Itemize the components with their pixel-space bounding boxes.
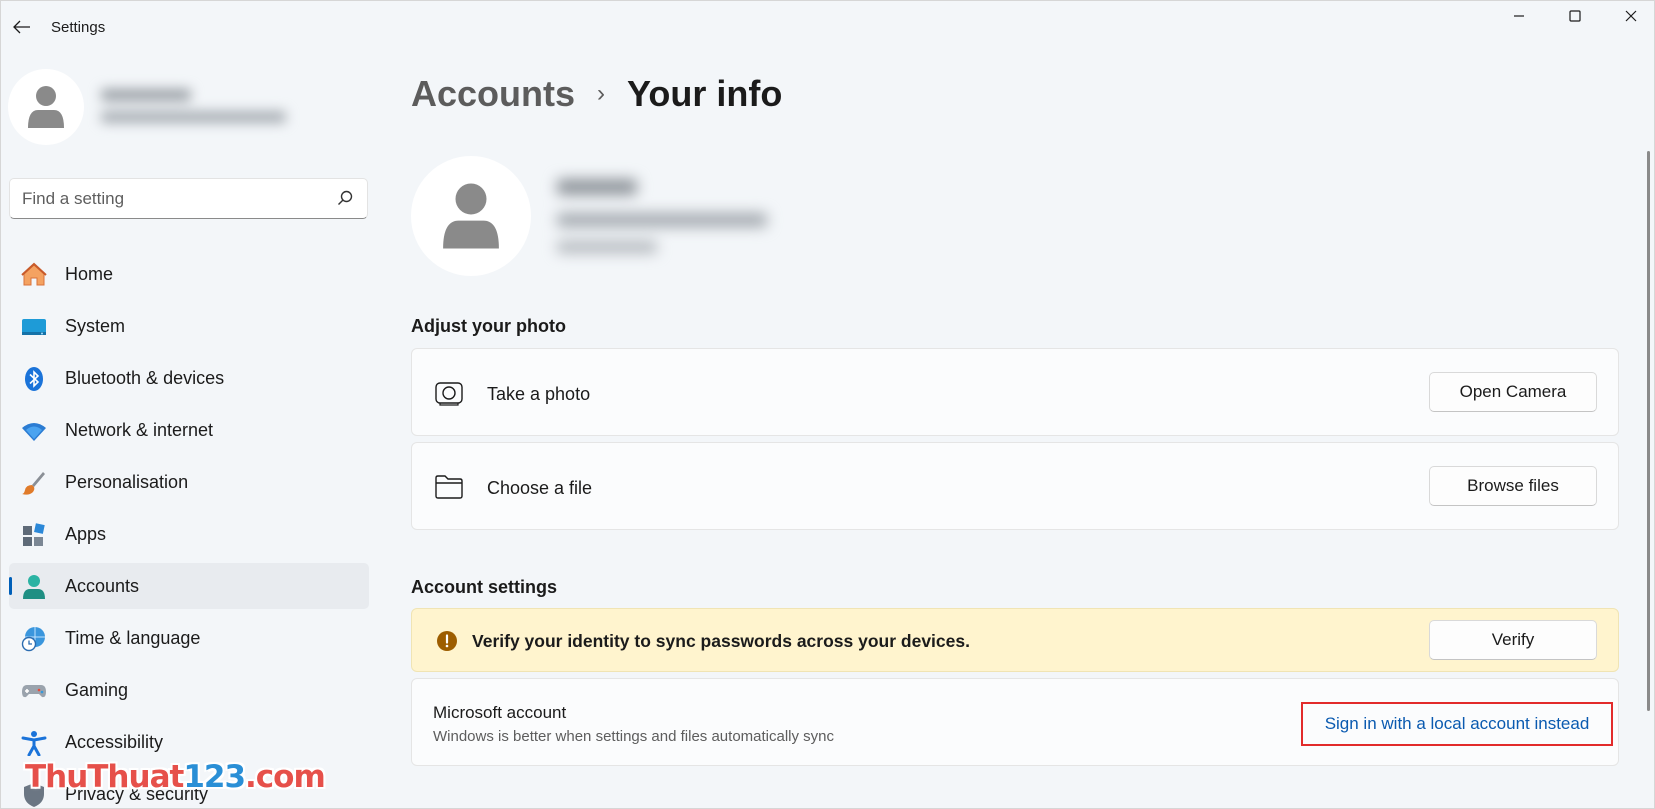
watermark-part1: ThuThuat	[25, 759, 184, 795]
microsoft-account-title: Microsoft account	[433, 703, 567, 722]
warning-icon	[432, 626, 462, 656]
back-arrow-icon	[13, 20, 30, 34]
section-title-account-settings: Account settings	[411, 577, 558, 597]
maximize-button[interactable]	[1547, 1, 1603, 31]
sidebar-item-label: Accounts	[65, 575, 140, 596]
sidebar-item-network[interactable]: Network & internet	[9, 407, 369, 453]
sidebar-item-label: Network & internet	[65, 419, 214, 440]
maximize-icon	[1569, 10, 1581, 22]
search-input[interactable]	[22, 179, 322, 218]
brush-icon	[21, 470, 47, 496]
gamepad-icon	[21, 678, 47, 704]
breadcrumb: Accounts › Your info	[411, 71, 782, 117]
choose-file-card: Choose a file Browse files	[411, 442, 1619, 530]
sidebar-item-personalisation[interactable]: Personalisation	[9, 459, 369, 505]
account-info-blurred	[541, 171, 781, 271]
sidebar-item-time-language[interactable]: Time & language	[9, 615, 369, 661]
accessibility-icon	[21, 730, 47, 756]
home-icon	[21, 262, 47, 288]
browse-files-button[interactable]: Browse files	[1429, 466, 1597, 506]
app-title: Settings	[51, 19, 106, 36]
bluetooth-icon	[21, 366, 47, 392]
watermark: ThuThuat123.com	[25, 759, 326, 795]
sidebar-item-bluetooth[interactable]: Bluetooth & devices	[9, 355, 369, 401]
watermark-part2: 123	[183, 759, 246, 795]
user-avatar-icon	[443, 183, 499, 249]
sidebar-item-label: Time & language	[65, 627, 201, 648]
search-box[interactable]	[9, 178, 368, 219]
sidebar-item-label: Accessibility	[65, 731, 164, 752]
take-photo-card: Take a photo Open Camera	[411, 348, 1619, 436]
sidebar-item-home[interactable]: Home	[9, 251, 369, 297]
close-button[interactable]	[1603, 1, 1655, 31]
section-title-photo: Adjust your photo	[411, 316, 566, 336]
system-icon	[21, 314, 47, 340]
sidebar-item-gaming[interactable]: Gaming	[9, 667, 369, 713]
sidebar-item-system[interactable]: System	[9, 303, 369, 349]
globe-clock-icon	[21, 626, 47, 652]
sidebar-item-label: System	[65, 315, 126, 336]
accounts-icon	[21, 574, 47, 600]
sidebar-item-label: Gaming	[65, 679, 129, 700]
close-icon	[1625, 10, 1637, 22]
settings-window: Settings Home	[0, 0, 1655, 809]
wifi-icon	[21, 418, 47, 444]
profile-avatar[interactable]	[8, 69, 84, 145]
page-title: Your info	[627, 73, 783, 114]
sidebar-item-accounts[interactable]: Accounts	[9, 563, 369, 609]
search-icon[interactable]	[337, 190, 353, 206]
sidebar-item-label: Bluetooth & devices	[65, 367, 225, 388]
watermark-part3: .com	[245, 759, 326, 795]
minimize-icon	[1514, 15, 1524, 17]
account-picture	[411, 156, 531, 276]
user-avatar-icon	[28, 86, 64, 128]
choose-file-label: Choose a file	[487, 478, 593, 498]
verify-button[interactable]: Verify	[1429, 620, 1597, 660]
verify-identity-text: Verify your identity to sync passwords a…	[472, 631, 970, 651]
minimize-button[interactable]	[1491, 1, 1547, 31]
sidebar-item-apps[interactable]: Apps	[9, 511, 369, 557]
sign-in-local-account-link[interactable]: Sign in with a local account instead	[1301, 702, 1613, 746]
scrollbar[interactable]	[1647, 151, 1650, 711]
back-button[interactable]	[7, 14, 37, 40]
title-bar: Settings	[1, 1, 1654, 53]
take-photo-label: Take a photo	[487, 384, 591, 404]
microsoft-account-subtitle: Windows is better when settings and file…	[433, 728, 835, 745]
microsoft-account-card: Microsoft account Windows is better when…	[411, 678, 1619, 766]
verify-identity-banner: Verify your identity to sync passwords a…	[411, 608, 1619, 672]
profile-name-blurred	[97, 77, 297, 137]
sidebar-nav: Home System Bluetooth & devices Network …	[9, 251, 369, 809]
camera-icon	[434, 378, 464, 408]
sidebar-item-label: Home	[65, 263, 114, 284]
breadcrumb-chevron-icon: ›	[597, 80, 606, 107]
sidebar-item-label: Apps	[65, 523, 107, 544]
open-camera-button[interactable]: Open Camera	[1429, 372, 1597, 412]
apps-icon	[21, 522, 47, 548]
folder-icon	[434, 472, 464, 502]
sidebar-item-label: Personalisation	[65, 471, 189, 492]
breadcrumb-parent[interactable]: Accounts	[411, 73, 575, 115]
